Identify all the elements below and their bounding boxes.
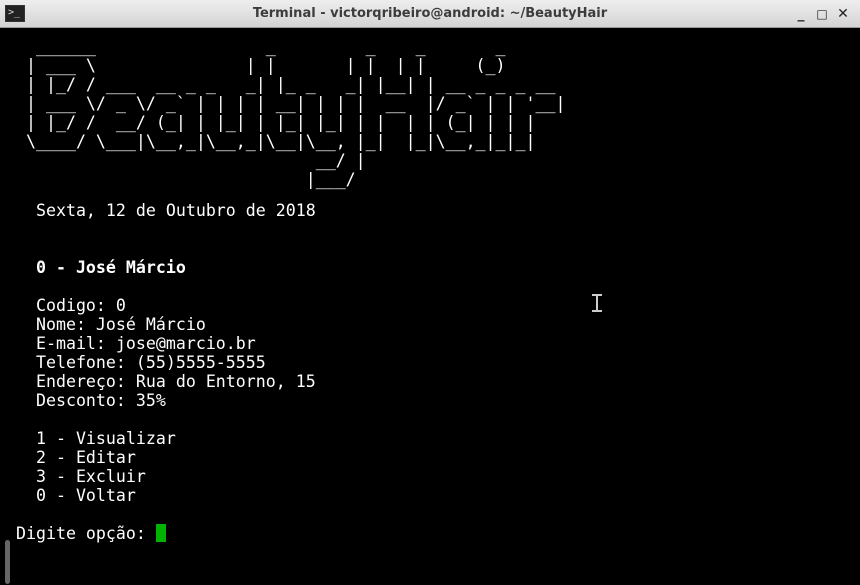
detail-desconto: Desconto: 35%: [16, 391, 166, 410]
menu-option-editar: 2 - Editar: [16, 448, 136, 467]
detail-text: Nome: José Márcio: [35, 315, 206, 334]
detail-text: Desconto: 35%: [35, 391, 166, 410]
menu-option-excluir: 3 - Excluir: [16, 467, 146, 486]
detail-telefone: Telefone: (55)5555-5555: [16, 353, 266, 372]
title-bar[interactable]: Terminal - victorqribeiro@android: ~/Bea…: [0, 0, 860, 28]
menu-option-text: 3 - Excluir: [35, 467, 146, 486]
menu-option-voltar: 0 - Voltar: [16, 486, 136, 505]
menu-option-visualizar: 1 - Visualizar: [16, 429, 176, 448]
detail-text: E-mail: jose@marcio.br: [35, 334, 256, 353]
terminal-area[interactable]: ______ _ _ _ _ | ___ \ | | | | | | (_) |…: [0, 29, 860, 585]
window-title: Terminal - victorqribeiro@android: ~/Bea…: [252, 6, 608, 21]
ibeam-cursor-icon: [592, 293, 602, 313]
prompt-line[interactable]: Digite opção:: [16, 524, 166, 543]
terminal-window: Terminal - victorqribeiro@android: ~/Bea…: [0, 0, 860, 585]
minimize-button[interactable]: _: [791, 4, 811, 24]
client-header: 0 - José Márcio: [16, 258, 186, 277]
client-header-text: 0 - José Márcio: [35, 258, 186, 277]
detail-codigo: Codigo: 0: [16, 296, 126, 315]
detail-nome: Nome: José Márcio: [16, 315, 206, 334]
menu-option-text: 0 - Voltar: [35, 486, 136, 505]
menu-option-text: 2 - Editar: [35, 448, 136, 467]
detail-text: Telefone: (55)5555-5555: [35, 353, 266, 372]
detail-endereco: Endereço: Rua do Entorno, 15: [16, 372, 316, 391]
prompt-text: Digite opção:: [16, 524, 156, 543]
maximize-button[interactable]: □: [812, 4, 832, 24]
scrollbar-thumb[interactable]: [5, 540, 10, 584]
ascii-banner: ______ _ _ _ _ | ___ \ | | | | | | (_) |…: [25, 37, 566, 189]
detail-text: Endereço: Rua do Entorno, 15: [35, 372, 316, 391]
text-cursor: [155, 524, 166, 542]
menu-option-text: 1 - Visualizar: [35, 429, 176, 448]
close-button[interactable]: ✕: [833, 4, 853, 24]
date-line: Sexta, 12 de Outubro de 2018: [16, 201, 316, 220]
date-text: Sexta, 12 de Outubro de 2018: [35, 201, 316, 220]
detail-text: Codigo: 0: [35, 296, 126, 315]
detail-email: E-mail: jose@marcio.br: [16, 334, 256, 353]
